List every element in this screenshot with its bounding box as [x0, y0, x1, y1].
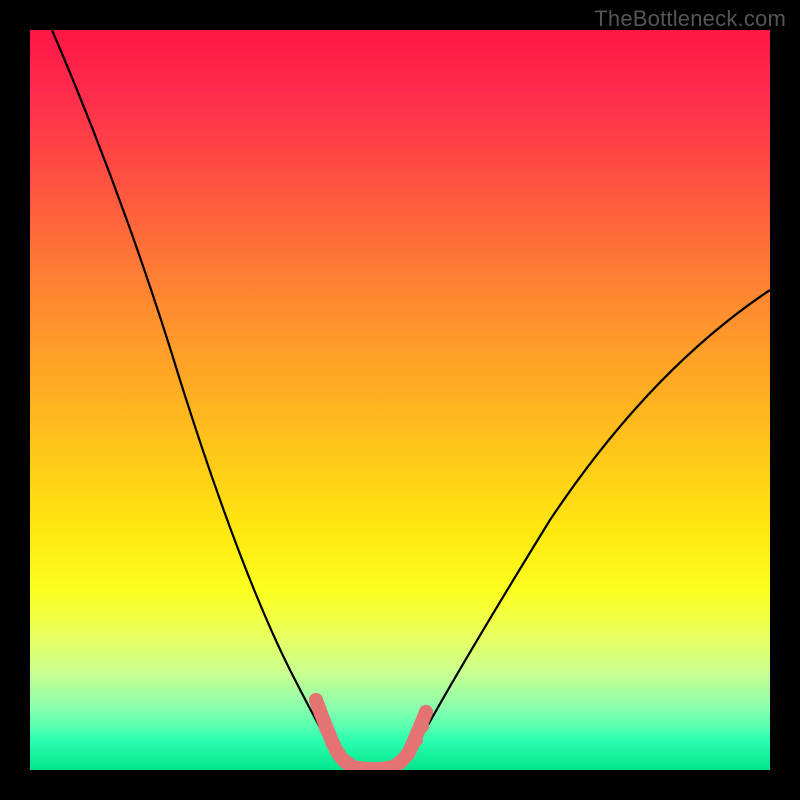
bottleneck-gradient-plot [30, 30, 770, 770]
bottleneck-left-curve [52, 30, 346, 768]
bottleneck-curve-svg [30, 30, 770, 770]
bottleneck-right-curve [400, 290, 770, 768]
chart-frame: TheBottleneck.com [0, 0, 800, 800]
watermark-text: TheBottleneck.com [594, 6, 786, 32]
